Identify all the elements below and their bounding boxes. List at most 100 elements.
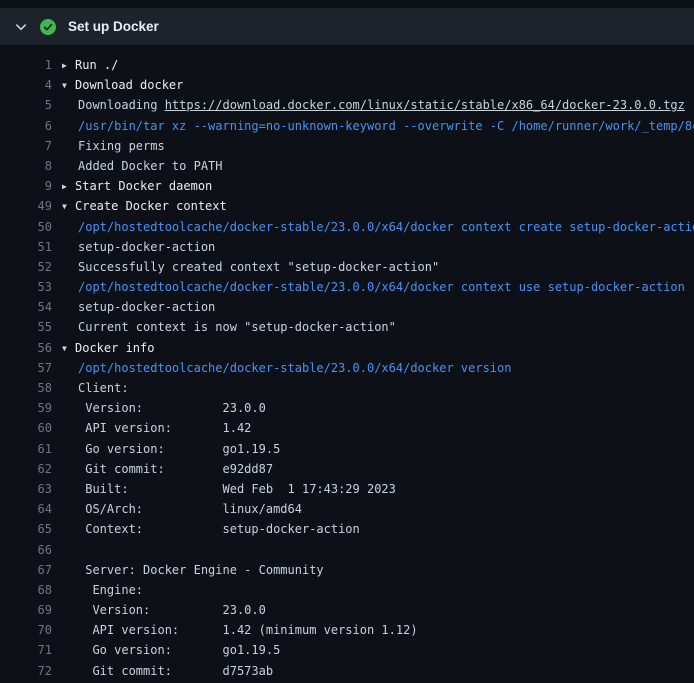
step-header[interactable]: Set up Docker (0, 8, 694, 45)
log-group-collapsed[interactable]: ▶Run ./ (62, 55, 118, 75)
step-title: Set up Docker (68, 19, 159, 34)
chevron-down-icon[interactable] (14, 20, 28, 34)
log-text: Current context is now "setup-docker-act… (62, 317, 396, 337)
log-text: Client: (62, 378, 129, 398)
line-number[interactable]: 55 (0, 317, 52, 337)
line-number[interactable]: 63 (0, 479, 52, 499)
line-number[interactable]: 72 (0, 661, 52, 681)
log-line: 58 Client: (0, 378, 694, 398)
log-lines: 1▶Run ./4▼Download docker5Downloading ht… (0, 55, 694, 681)
log-line: 66 (0, 540, 694, 560)
line-number[interactable]: 53 (0, 277, 52, 297)
log-text: Go version: go1.19.5 (62, 439, 280, 459)
line-number[interactable]: 71 (0, 640, 52, 660)
log-text: Go version: go1.19.5 (62, 640, 280, 660)
log-line: 54 setup-docker-action (0, 297, 694, 317)
line-number[interactable]: 49 (0, 196, 52, 216)
log-line: 64 OS/Arch: linux/amd64 (0, 499, 694, 519)
log-text: Context: setup-docker-action (62, 519, 360, 539)
line-number[interactable]: 67 (0, 560, 52, 580)
check-circle-icon (40, 19, 56, 35)
log-group-collapsed[interactable]: ▶Start Docker daemon (62, 176, 212, 196)
line-number[interactable]: 6 (0, 116, 52, 136)
log-line: 50/opt/hostedtoolcache/docker-stable/23.… (0, 217, 694, 237)
line-number[interactable]: 8 (0, 156, 52, 176)
chevron-down-icon[interactable]: ▼ (62, 197, 75, 216)
log-text: Git commit: e92dd87 (62, 459, 273, 479)
log-text: Downloading (78, 98, 165, 112)
log-line: 7 Fixing perms (0, 136, 694, 156)
line-number[interactable]: 61 (0, 439, 52, 459)
line-number[interactable]: 56 (0, 338, 52, 358)
log-line: 71 Go version: go1.19.5 (0, 640, 694, 660)
log-line: 63 Built: Wed Feb 1 17:43:29 2023 (0, 479, 694, 499)
chevron-right-icon[interactable]: ▶ (62, 56, 75, 75)
log-group-expanded[interactable]: ▼Docker info (62, 338, 154, 358)
log-text: Git commit: d7573ab (62, 661, 273, 681)
log-line: 59 Version: 23.0.0 (0, 398, 694, 418)
log-line: 70 API version: 1.42 (minimum version 1.… (0, 620, 694, 640)
line-number[interactable]: 60 (0, 418, 52, 438)
log-line: 61 Go version: go1.19.5 (0, 439, 694, 459)
command-text: /opt/hostedtoolcache/docker-stable/23.0.… (62, 217, 694, 237)
line-number[interactable]: 58 (0, 378, 52, 398)
line-number[interactable]: 64 (0, 499, 52, 519)
log-text: Successfully created context "setup-dock… (62, 257, 439, 277)
line-number[interactable]: 65 (0, 519, 52, 539)
log-line: 51setup-docker-action (0, 237, 694, 257)
log-line: 52 Successfully created context "setup-do… (0, 257, 694, 277)
line-number[interactable]: 4 (0, 75, 52, 95)
log-line: 60 API version: 1.42 (0, 418, 694, 438)
log-text: setup-docker-action (62, 297, 215, 317)
log-line: 8Added Docker to PATH (0, 156, 694, 176)
log-line: 68 Engine: (0, 580, 694, 600)
log-text: Fixing perms (62, 136, 165, 156)
log-text: Built: Wed Feb 1 17:43:29 2023 (62, 479, 396, 499)
log-line: 49 ▼Create Docker context (0, 196, 694, 216)
log-text: Engine: (62, 580, 143, 600)
log-link[interactable]: https://download.docker.com/linux/static… (165, 98, 685, 112)
log-text: Downloading https://download.docker.com/… (62, 95, 685, 115)
log-line: 69 Version: 23.0.0 (0, 600, 694, 620)
line-number[interactable]: 66 (0, 540, 52, 560)
line-number[interactable]: 54 (0, 297, 52, 317)
command-text: /opt/hostedtoolcache/docker-stable/23.0.… (62, 358, 511, 378)
log-line: 65 Context: setup-docker-action (0, 519, 694, 539)
log-line: 72 Git commit: d7573ab (0, 661, 694, 681)
line-number[interactable]: 50 (0, 217, 52, 237)
log-group-expanded[interactable]: ▼Create Docker context (62, 196, 227, 216)
chevron-down-icon[interactable]: ▼ (62, 339, 75, 358)
log-line: 5 Downloading https://download.docker.com… (0, 95, 694, 115)
line-number[interactable]: 62 (0, 459, 52, 479)
group-title: Download docker (75, 78, 183, 92)
chevron-down-icon[interactable]: ▼ (62, 76, 75, 95)
group-title: Start Docker daemon (75, 179, 212, 193)
line-number[interactable]: 70 (0, 620, 52, 640)
log-text: Server: Docker Engine - Community (62, 560, 324, 580)
line-number[interactable]: 1 (0, 55, 52, 75)
line-number[interactable]: 69 (0, 600, 52, 620)
line-number[interactable]: 51 (0, 237, 52, 257)
line-number[interactable]: 9 (0, 176, 52, 196)
line-number[interactable]: 57 (0, 358, 52, 378)
group-title: Run ./ (75, 58, 118, 72)
log-text: Version: 23.0.0 (62, 398, 266, 418)
log-line: 9 ▶Start Docker daemon (0, 176, 694, 196)
line-number[interactable]: 7 (0, 136, 52, 156)
group-title: Docker info (75, 341, 154, 355)
command-text: /usr/bin/tar xz --warning=no-unknown-key… (62, 116, 694, 136)
chevron-right-icon[interactable]: ▶ (62, 177, 75, 196)
log-text: OS/Arch: linux/amd64 (62, 499, 302, 519)
line-number[interactable]: 5 (0, 95, 52, 115)
line-number[interactable]: 52 (0, 257, 52, 277)
log-line: 4 ▼Download docker (0, 75, 694, 95)
command-text: /opt/hostedtoolcache/docker-stable/23.0.… (62, 277, 685, 297)
line-number[interactable]: 59 (0, 398, 52, 418)
log-line: 6/usr/bin/tar xz --warning=no-unknown-ke… (0, 116, 694, 136)
group-title: Create Docker context (75, 199, 227, 213)
log-line: 57/opt/hostedtoolcache/docker-stable/23.… (0, 358, 694, 378)
log-text: API version: 1.42 (minimum version 1.12) (62, 620, 418, 640)
line-number[interactable]: 68 (0, 580, 52, 600)
log-group-expanded[interactable]: ▼Download docker (62, 75, 183, 95)
log-text (62, 540, 78, 560)
